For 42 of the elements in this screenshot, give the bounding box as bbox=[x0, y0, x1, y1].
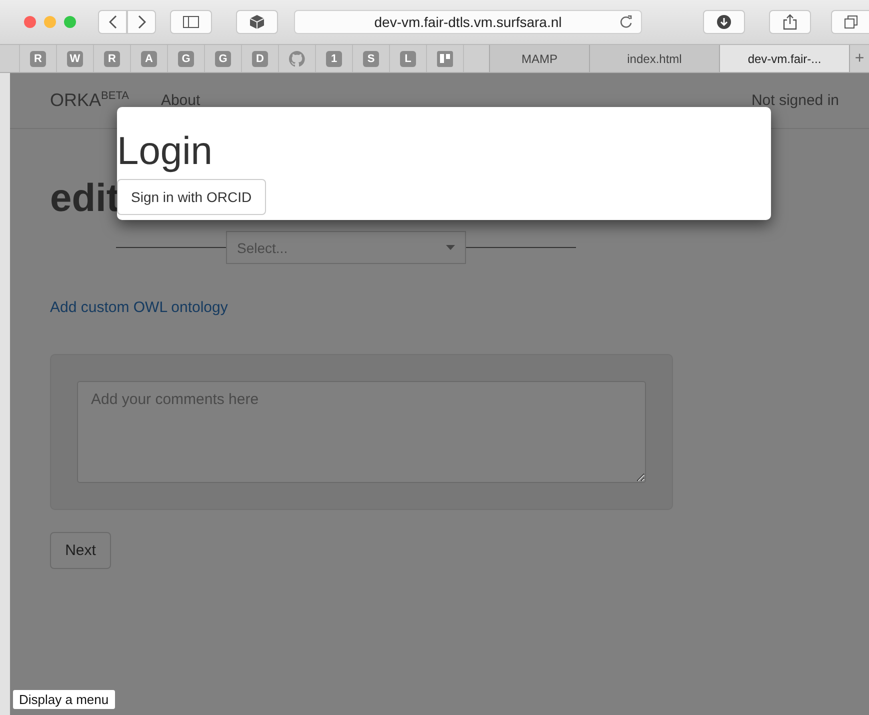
url-text: dev-vm.fair-dtls.vm.surfsara.nl bbox=[374, 14, 562, 30]
bookmark-icon[interactable]: 1 bbox=[326, 50, 342, 66]
bookmark-icon[interactable]: R bbox=[30, 50, 46, 66]
download-icon bbox=[717, 15, 731, 29]
page-heading: edit bbox=[50, 177, 120, 221]
bookmark-icon[interactable]: R bbox=[104, 50, 120, 66]
bookmark-icon[interactable]: W bbox=[67, 50, 83, 66]
ontology-link[interactable]: Add custom OWL ontology bbox=[50, 299, 228, 316]
share-button[interactable] bbox=[769, 10, 811, 34]
bookmark-icon[interactable]: A bbox=[141, 50, 157, 66]
sidebar-icon bbox=[183, 16, 199, 28]
bookmark-icon[interactable]: G bbox=[215, 50, 231, 66]
bookmark-icon[interactable]: L bbox=[400, 50, 416, 66]
back-button[interactable] bbox=[98, 10, 127, 34]
share-icon bbox=[783, 14, 797, 30]
back-icon bbox=[108, 15, 116, 29]
browser-tab[interactable]: dev-vm.fair-... bbox=[719, 45, 849, 72]
next-button[interactable]: Next bbox=[50, 532, 111, 569]
tabs-icon bbox=[844, 15, 858, 29]
reload-icon[interactable] bbox=[619, 15, 633, 29]
bookmark-icon[interactable]: S bbox=[363, 50, 379, 66]
downloads-button[interactable] bbox=[703, 10, 745, 34]
cube-icon bbox=[249, 14, 265, 30]
address-bar[interactable]: dev-vm.fair-dtls.vm.surfsara.nl bbox=[294, 10, 642, 34]
board-icon[interactable] bbox=[437, 50, 453, 66]
extension-button[interactable] bbox=[236, 10, 278, 34]
bookmark-icon[interactable]: G bbox=[178, 50, 194, 66]
dialog-title: Login bbox=[117, 131, 214, 173]
forward-icon bbox=[138, 15, 146, 29]
new-tab-button[interactable]: + bbox=[849, 45, 869, 72]
bookmark-icon[interactable]: D bbox=[252, 50, 268, 66]
nav-link[interactable]: About bbox=[160, 92, 200, 109]
browser-tab[interactable]: index.html bbox=[589, 45, 719, 72]
orcid-sign-in-button[interactable]: Sign in with ORCID bbox=[117, 179, 266, 215]
forward-button[interactable] bbox=[127, 10, 156, 34]
sidebar-button[interactable] bbox=[170, 10, 212, 34]
brand-logo[interactable]: ORKA$^{BETA}$ bbox=[50, 90, 129, 111]
tooltip: Display a menu bbox=[13, 690, 115, 709]
tabs-button[interactable] bbox=[831, 10, 869, 34]
sign-in-status: Not signed in bbox=[751, 92, 839, 109]
browser-tab[interactable]: MAMP bbox=[489, 45, 589, 72]
caret-icon bbox=[446, 245, 455, 250]
